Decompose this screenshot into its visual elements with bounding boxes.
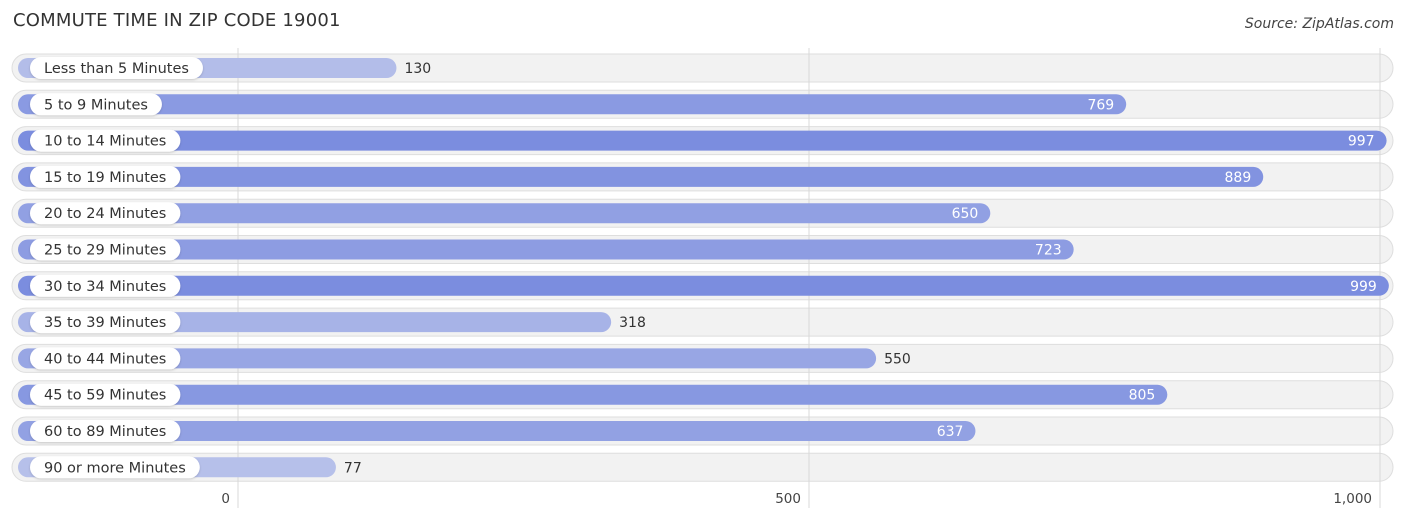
value-label: 997 <box>1348 134 1375 150</box>
value-label: 769 <box>1087 97 1114 113</box>
value-label: 805 <box>1129 388 1156 404</box>
category-label: 45 to 59 Minutes <box>44 388 166 404</box>
x-tick-label: 1,000 <box>1333 491 1372 507</box>
bar <box>18 94 1127 115</box>
category-label: 60 to 89 Minutes <box>44 424 166 440</box>
value-label: 130 <box>404 61 431 77</box>
value-label: 889 <box>1225 170 1252 186</box>
value-label: 999 <box>1350 279 1377 295</box>
value-label: 77 <box>344 460 362 476</box>
value-label: 723 <box>1035 243 1062 259</box>
bar-chart: Less than 5 Minutes 130 5 to 9 Minutes 769 1… <box>11 48 1394 508</box>
x-tick-label: 0 <box>221 491 230 507</box>
value-label: 318 <box>619 315 646 331</box>
category-label: Less than 5 Minutes <box>44 61 189 77</box>
bar <box>18 166 1264 187</box>
category-label: 15 to 19 Minutes <box>44 170 166 186</box>
category-label: 30 to 34 Minutes <box>44 279 166 295</box>
x-tick-label: 500 <box>775 491 801 507</box>
bar <box>18 275 1389 296</box>
category-label: 10 to 14 Minutes <box>44 134 166 150</box>
category-label: 40 to 44 Minutes <box>44 351 166 367</box>
category-label: 5 to 9 Minutes <box>44 97 148 113</box>
category-label: 25 to 29 Minutes <box>44 243 166 259</box>
category-label: 20 to 24 Minutes <box>44 206 166 222</box>
value-label: 650 <box>952 206 979 222</box>
value-label: 637 <box>937 424 964 440</box>
value-label: 550 <box>884 351 911 367</box>
category-label: 35 to 39 Minutes <box>44 315 166 331</box>
bar <box>18 130 1387 151</box>
bars: Less than 5 Minutes 130 5 to 9 Minutes 769 1… <box>18 57 1389 479</box>
category-label: 90 or more Minutes <box>44 460 186 476</box>
bar <box>18 384 1168 405</box>
